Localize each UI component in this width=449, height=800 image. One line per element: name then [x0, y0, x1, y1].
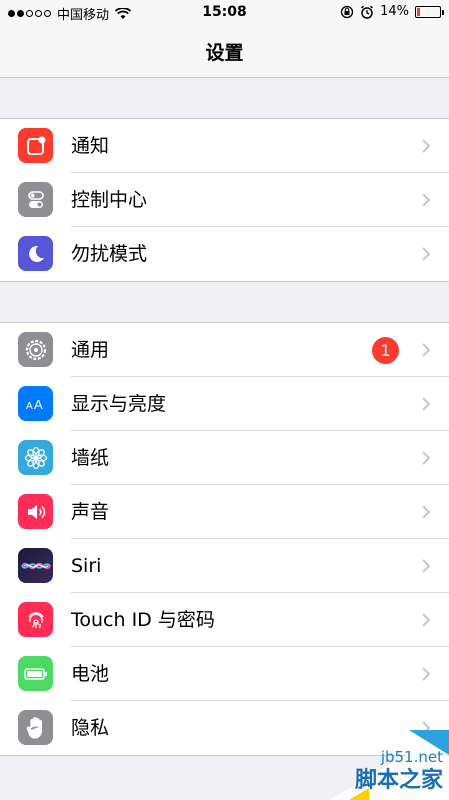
settings-item-label: 控制中心: [71, 189, 148, 211]
chevron-right-icon: [422, 451, 431, 465]
chevron-right-icon: [422, 613, 431, 627]
battery-icon: [18, 656, 53, 691]
battery-percent: 14%: [380, 4, 409, 19]
settings-item-label: 通知: [71, 135, 110, 157]
svg-text:A: A: [34, 397, 43, 412]
chevron-right-icon: [422, 397, 431, 411]
fingerprint-icon: [18, 602, 53, 637]
alarm-icon: [361, 5, 374, 19]
settings-item-label: 勿扰模式: [71, 243, 148, 265]
speaker-icon: [18, 494, 53, 529]
watermark: jb51.net 脚本之家: [289, 730, 449, 800]
settings-item-do-not-disturb[interactable]: 勿扰模式: [0, 227, 449, 281]
settings-item-label: 墙纸: [71, 447, 110, 469]
chevron-right-icon: [422, 193, 431, 207]
status-bar: 中国移动 15:08 14%: [0, 0, 449, 26]
settings-item-notifications[interactable]: 通知: [0, 119, 449, 173]
watermark-name: 脚本之家: [354, 768, 443, 793]
settings-item-label: 隐私: [71, 717, 110, 739]
settings-item-battery[interactable]: 电池: [0, 647, 449, 701]
settings-item-display-brightness[interactable]: A A 显示与亮度: [0, 377, 449, 431]
settings-item-general[interactable]: 通用 1: [0, 323, 449, 377]
settings-group-1: 通知 控制中心 勿扰模式: [0, 118, 449, 282]
siri-icon: [18, 548, 53, 583]
settings-item-sounds[interactable]: 声音: [0, 485, 449, 539]
page-title: 设置: [205, 42, 244, 64]
settings-item-wallpaper[interactable]: 墙纸: [0, 431, 449, 485]
status-right: 14%: [340, 4, 444, 19]
notification-badge: 1: [372, 337, 399, 364]
settings-item-control-center[interactable]: 控制中心: [0, 173, 449, 227]
chevron-right-icon: [422, 559, 431, 573]
chevron-right-icon: [422, 505, 431, 519]
rotation-lock-icon: [340, 5, 354, 18]
settings-item-label: 电池: [71, 663, 110, 685]
svg-text:A: A: [26, 401, 33, 412]
battery-status-icon: [415, 5, 444, 18]
settings-item-touch-id-passcode[interactable]: Touch ID 与密码: [0, 593, 449, 647]
notifications-icon: [18, 128, 53, 163]
wallpaper-icon: [18, 440, 53, 475]
hand-icon: [18, 710, 53, 745]
gear-icon: [18, 332, 53, 367]
settings-item-label: 声音: [71, 501, 110, 523]
settings-item-label: Siri: [71, 555, 102, 577]
settings-group-2: 通用 1 A A 显示与亮度 墙纸 声音 Siri Touch ID 与密码 电…: [0, 322, 449, 756]
settings-item-label: Touch ID 与密码: [71, 609, 215, 631]
settings-item-label: 通用: [71, 339, 110, 361]
chevron-right-icon: [422, 247, 431, 261]
settings-item-label: 显示与亮度: [71, 393, 167, 415]
navigation-bar: 设置: [0, 26, 449, 78]
settings-item-siri[interactable]: Siri: [0, 539, 449, 593]
chevron-right-icon: [422, 667, 431, 681]
chevron-right-icon: [422, 343, 431, 357]
chevron-right-icon: [422, 139, 431, 153]
display-brightness-icon: A A: [18, 386, 53, 421]
control-center-icon: [18, 182, 53, 217]
moon-icon: [18, 236, 53, 271]
